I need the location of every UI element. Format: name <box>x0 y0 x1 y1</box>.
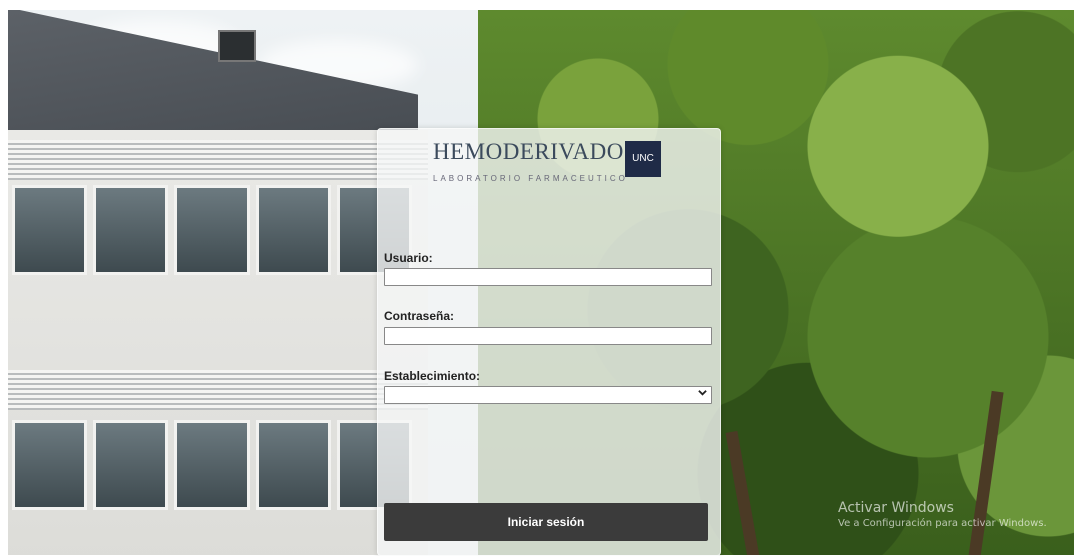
login-card: HEMODERIVADOS UNC LABORATORIO FARMACEUTI… <box>377 128 721 556</box>
username-label: Usuario: <box>384 251 433 265</box>
brand-badge: UNC <box>625 141 661 177</box>
watermark-subtitle: Ve a Configuración para activar Windows. <box>838 518 1047 529</box>
password-label: Contraseña: <box>384 309 455 323</box>
watermark-title: Activar Windows <box>838 500 954 516</box>
chevron-down-icon <box>698 388 707 400</box>
brand-subtitle: LABORATORIO FARMACEUTICO <box>433 174 628 183</box>
logo: HEMODERIVADOS UNC LABORATORIO FARMACEUTI… <box>433 139 683 195</box>
floodlight <box>218 30 256 62</box>
building <box>8 130 428 555</box>
establishment-label: Establecimiento: <box>384 369 481 383</box>
brand-name: HEMODERIVADOS <box>433 139 638 164</box>
establishment-select[interactable] <box>384 386 712 404</box>
login-button[interactable]: Iniciar sesión <box>384 503 708 541</box>
password-input[interactable] <box>384 327 712 345</box>
windows-activation-watermark: Activar Windows Ve a Configuración para … <box>838 500 1047 529</box>
username-input[interactable] <box>384 268 712 286</box>
